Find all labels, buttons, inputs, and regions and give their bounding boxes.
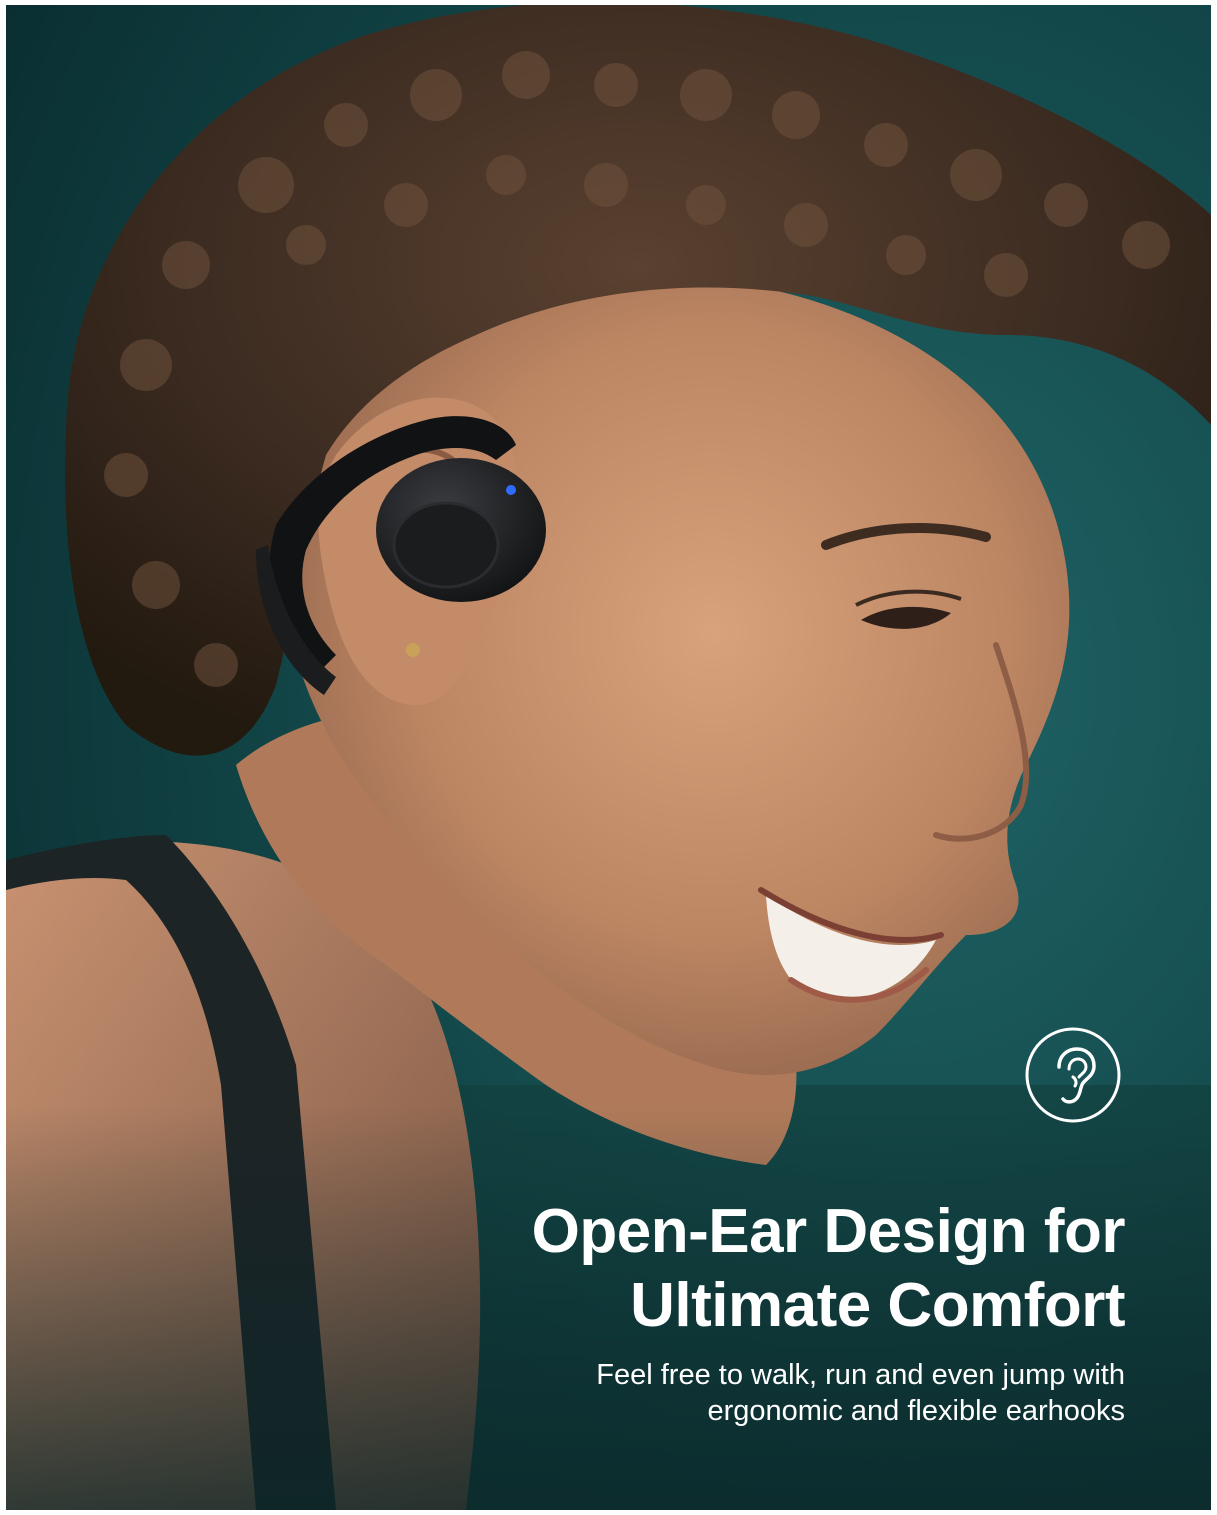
product-banner: Open-Ear Design for Ultimate Comfort Fee…: [0, 0, 1217, 1515]
feature-description-line-1: Feel free to walk, run and even jump wit…: [596, 1359, 1125, 1391]
earring: [406, 643, 420, 657]
ear-icon: [1025, 1027, 1121, 1123]
headline: Open-Ear Design for Ultimate Comfort: [365, 1195, 1126, 1343]
headline-line-2: Ultimate Comfort: [630, 1271, 1125, 1340]
feature-description-line-2: ergonomic and flexible earhooks: [707, 1395, 1125, 1427]
earbud-led: [506, 485, 516, 495]
feature-description: Feel free to walk, run and even jump wit…: [365, 1357, 1125, 1429]
headline-line-1: Open-Ear Design for: [531, 1197, 1126, 1266]
